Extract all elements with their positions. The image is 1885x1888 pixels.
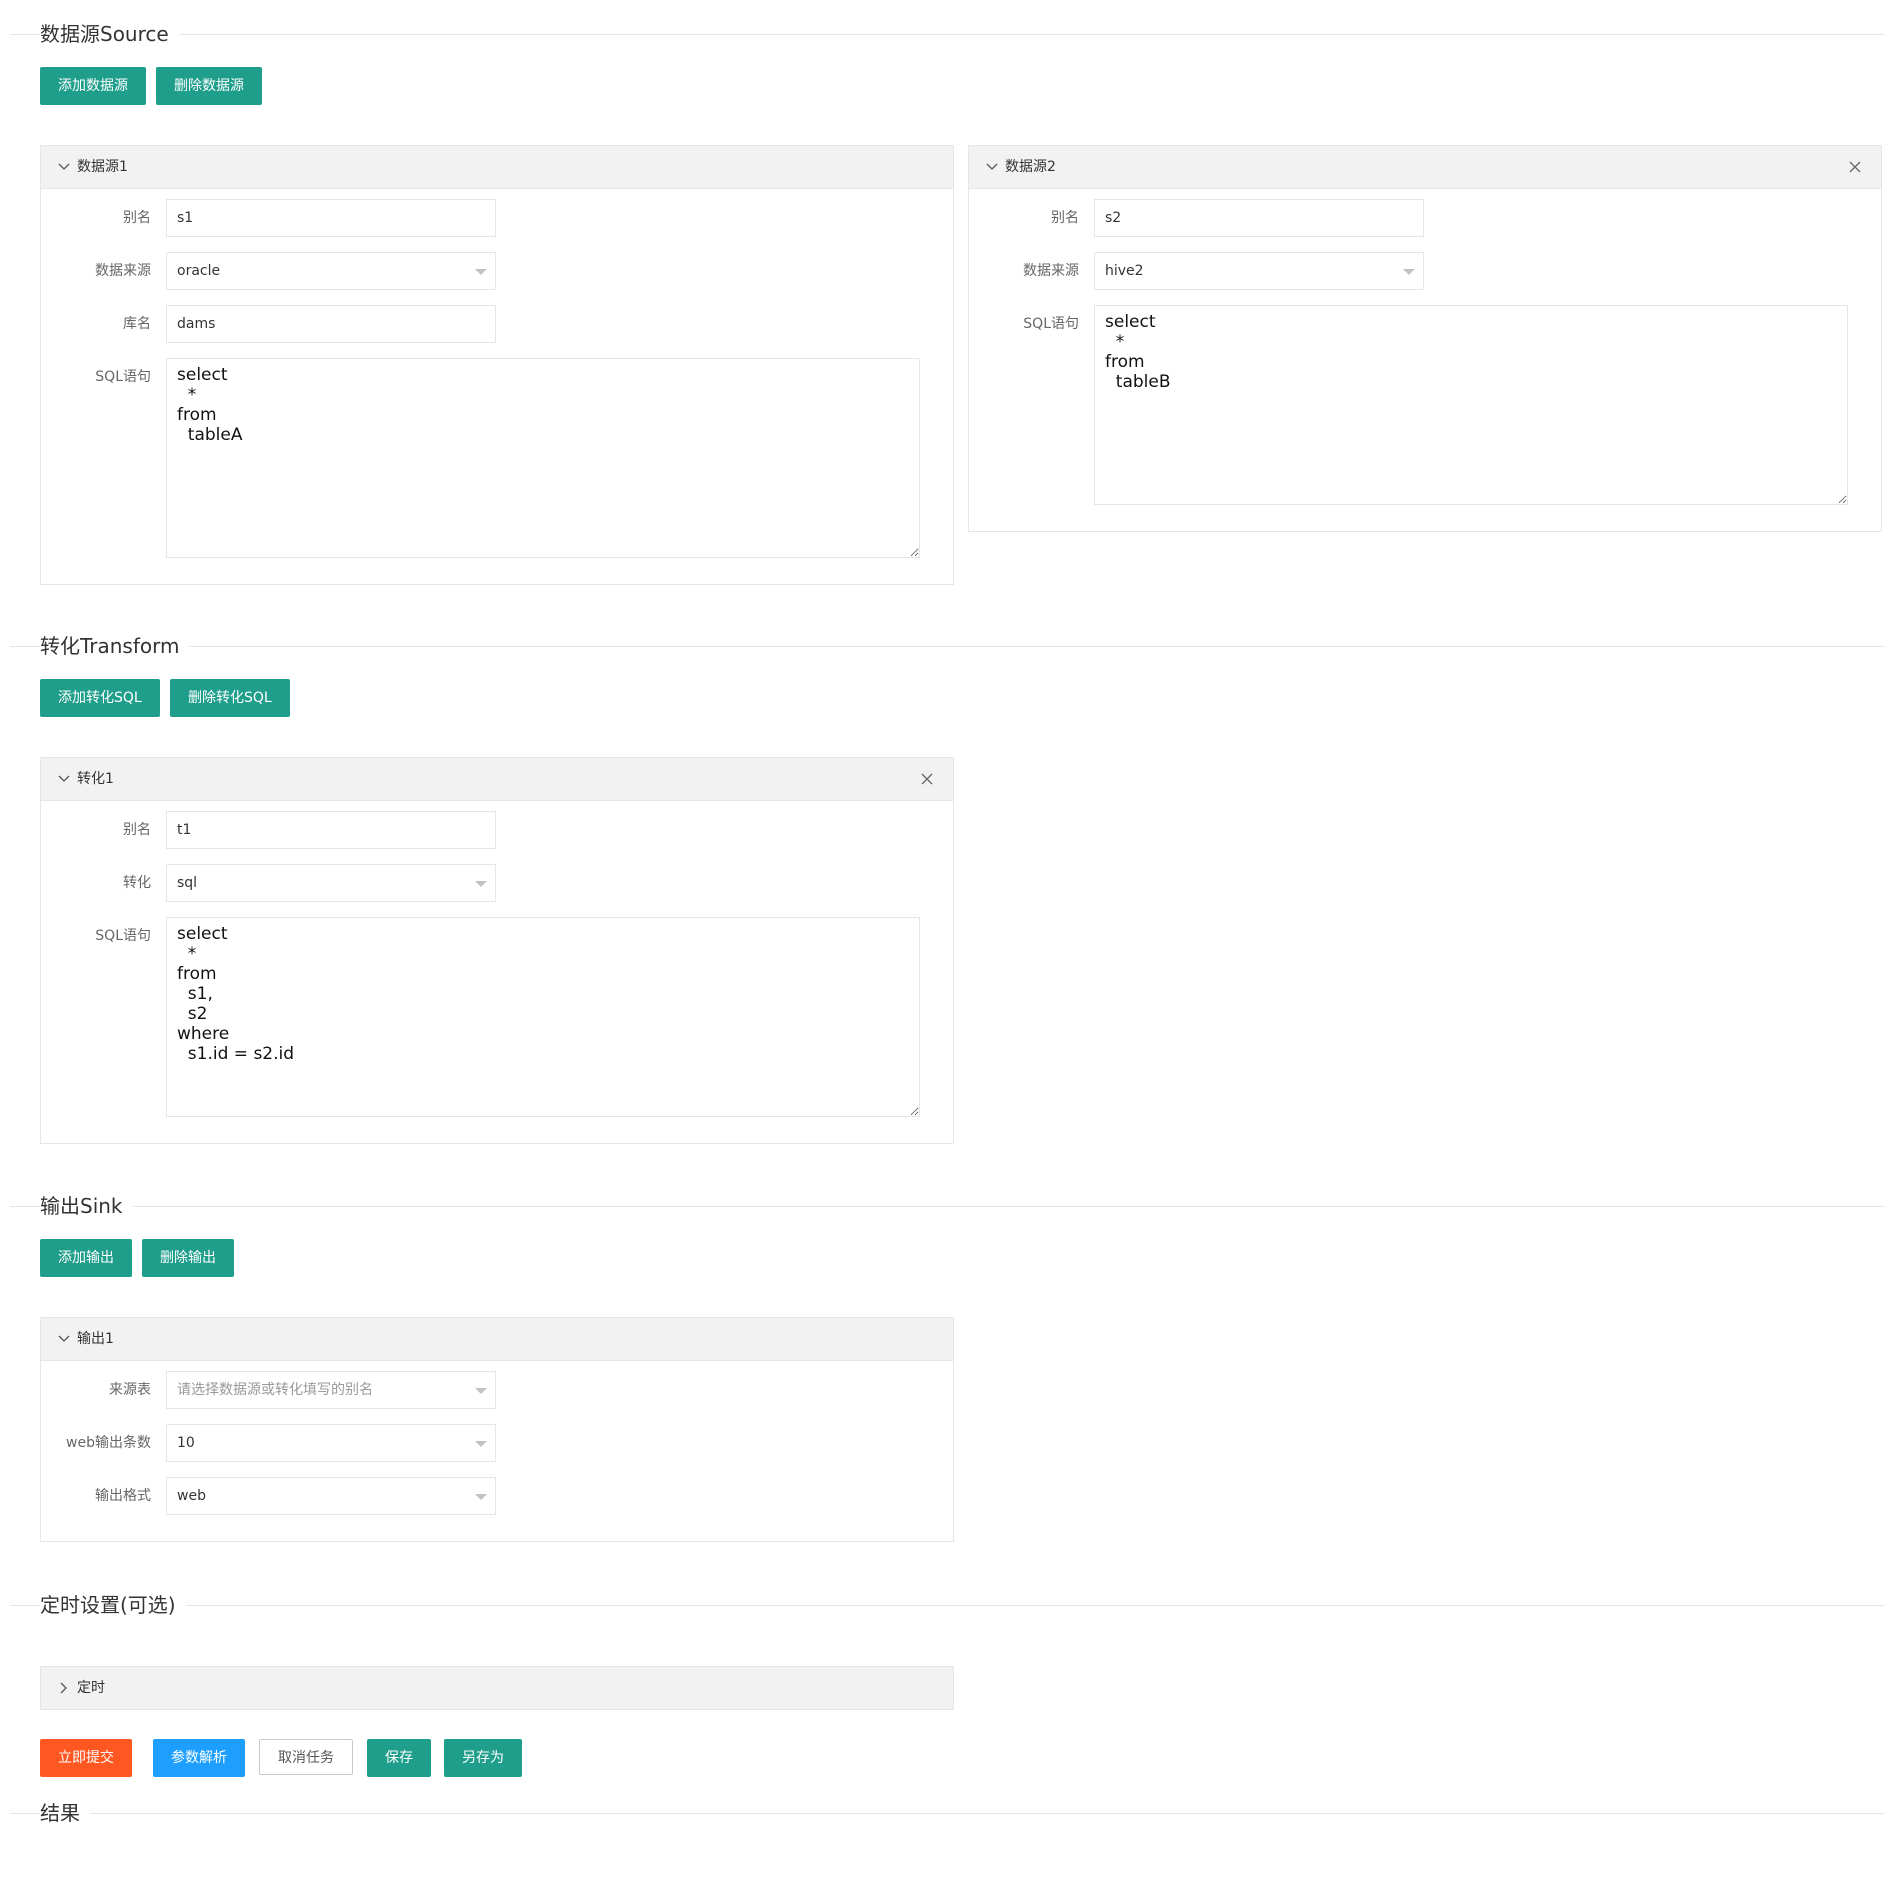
datasource-select-value: oracle [177, 263, 221, 279]
datasource-panel-2-header[interactable]: 数据源2 [969, 146, 1881, 189]
add-datasource-button[interactable]: 添加数据源 [40, 67, 146, 105]
delete-transform-button[interactable]: 删除转化SQL [170, 679, 290, 717]
sink-section-title: 输出Sink [40, 1189, 133, 1223]
close-icon[interactable] [1849, 146, 1863, 188]
dropdown-arrow-icon [475, 1494, 487, 1500]
dropdown-arrow-icon [475, 881, 487, 887]
save-button[interactable]: 保存 [367, 1739, 431, 1777]
chevron-down-icon [57, 758, 71, 800]
output-format-label: 输出格式 [95, 1488, 151, 1504]
source-table-select[interactable]: 请选择数据源或转化填写的别名 [166, 1371, 496, 1409]
add-transform-button[interactable]: 添加转化SQL [40, 679, 160, 717]
schedule-section-header: 定时设置(可选) [10, 1588, 1885, 1622]
datasource-label: 数据来源 [1023, 263, 1079, 279]
db-name-label: 库名 [123, 316, 151, 332]
transform-panel-1: 转化1 别名 t1 转化 sql SQL语句 select * from s1,… [40, 757, 954, 1144]
db-name-input[interactable]: dams [166, 305, 496, 343]
output-format-value: web [177, 1488, 206, 1504]
source-table-placeholder: 请选择数据源或转化填写的别名 [177, 1382, 373, 1398]
save-as-button[interactable]: 另存为 [444, 1739, 522, 1777]
datasource-panel-1-header[interactable]: 数据源1 [41, 146, 953, 189]
result-section-title: 结果 [40, 1796, 90, 1830]
chevron-down-icon [57, 146, 71, 188]
transform-section-title: 转化Transform [40, 629, 190, 663]
dropdown-arrow-icon [475, 1388, 487, 1394]
sink-panel-1-title: 输出1 [77, 1331, 114, 1347]
sink-panel-1-header[interactable]: 输出1 [41, 1318, 953, 1361]
alias-input[interactable]: s2 [1094, 199, 1424, 237]
datasource-panel-1: 数据源1 别名 s1 数据来源 oracle 库名 dams SQL语句 sel… [40, 145, 954, 585]
transform-type-label: 转化 [123, 875, 151, 891]
datasource-select-value: hive2 [1105, 263, 1144, 279]
dropdown-arrow-icon [1403, 269, 1415, 275]
source-section-title: 数据源Source [40, 17, 179, 51]
alias-input[interactable]: s1 [166, 199, 496, 237]
sql-textarea[interactable]: select * from s1, s2 where s1.id = s2.id [166, 917, 920, 1117]
sink-panel-1: 输出1 来源表 请选择数据源或转化填写的别名 web输出条数 10 输出格式 w… [40, 1317, 954, 1542]
sink-section-header: 输出Sink [10, 1189, 1885, 1223]
dropdown-arrow-icon [475, 269, 487, 275]
web-output-count-select[interactable]: 10 [166, 1424, 496, 1462]
datasource-panel-1-title: 数据源1 [77, 159, 128, 175]
alias-label: 别名 [123, 210, 151, 226]
parse-params-button[interactable]: 参数解析 [153, 1739, 245, 1777]
schedule-panel-header[interactable]: 定时 [41, 1667, 953, 1710]
alias-label: 别名 [1051, 210, 1079, 226]
schedule-panel: 定时 [40, 1666, 954, 1710]
transform-panel-1-title: 转化1 [77, 771, 114, 787]
alias-input[interactable]: t1 [166, 811, 496, 849]
datasource-panel-2-title: 数据源2 [1005, 159, 1056, 175]
sql-label: SQL语句 [95, 928, 151, 944]
dropdown-arrow-icon [475, 1441, 487, 1447]
datasource-label: 数据来源 [95, 263, 151, 279]
datasource-select[interactable]: oracle [166, 252, 496, 290]
schedule-section-title: 定时设置(可选) [40, 1588, 186, 1622]
sql-label: SQL语句 [1023, 316, 1079, 332]
submit-button[interactable]: 立即提交 [40, 1739, 132, 1777]
transform-section-header: 转化Transform [10, 629, 1885, 663]
source-table-label: 来源表 [109, 1382, 151, 1398]
add-sink-button[interactable]: 添加输出 [40, 1239, 132, 1277]
alias-label: 别名 [123, 822, 151, 838]
output-format-select[interactable]: web [166, 1477, 496, 1515]
transform-type-select[interactable]: sql [166, 864, 496, 902]
transform-panel-1-header[interactable]: 转化1 [41, 758, 953, 801]
chevron-right-icon [57, 1667, 71, 1709]
datasource-panel-2: 数据源2 别名 s2 数据来源 hive2 SQL语句 select * fro… [968, 145, 1882, 532]
delete-datasource-button[interactable]: 删除数据源 [156, 67, 262, 105]
sql-textarea[interactable]: select * from tableA [166, 358, 920, 558]
source-section-header: 数据源Source [10, 17, 1885, 51]
web-output-count-value: 10 [177, 1435, 195, 1451]
schedule-panel-title: 定时 [77, 1680, 105, 1696]
chevron-down-icon [57, 1318, 71, 1360]
sql-label: SQL语句 [95, 369, 151, 385]
cancel-task-button[interactable]: 取消任务 [259, 1739, 353, 1775]
close-icon[interactable] [921, 758, 935, 800]
result-section-header: 结果 [10, 1796, 1885, 1830]
transform-type-value: sql [177, 875, 198, 891]
delete-sink-button[interactable]: 删除输出 [142, 1239, 234, 1277]
web-output-count-label: web输出条数 [66, 1435, 151, 1451]
datasource-select[interactable]: hive2 [1094, 252, 1424, 290]
chevron-down-icon [985, 146, 999, 188]
sql-textarea[interactable]: select * from tableB [1094, 305, 1848, 505]
